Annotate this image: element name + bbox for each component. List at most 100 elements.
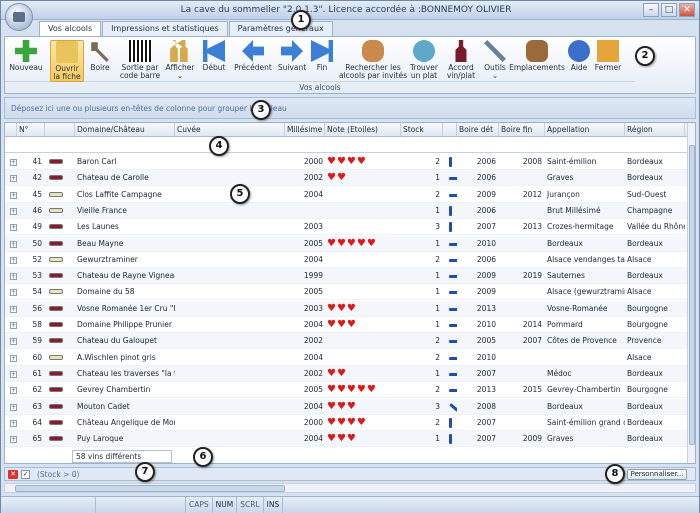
customize-button[interactable]: Personnaliser... [627,469,687,480]
cell-boire-debut: 2007 [476,222,496,232]
header-num[interactable]: N° [17,123,45,137]
table-row[interactable]: +56 Vosne Romanée 1er Cru "les C 2003 ♥♥♥ 1 2… [5,300,689,317]
ribbon-button-guests[interactable]: Rechercher les alcools par invités [339,40,407,80]
ribbon-button-next[interactable]: Suivant [278,40,306,72]
expand-icon[interactable]: + [10,370,17,378]
expand-icon[interactable]: + [10,403,17,411]
horizontal-scrollbar[interactable] [4,483,696,493]
clear-filter-icon[interactable]: ✕ [8,470,18,479]
stock-bottle-icon [449,372,457,376]
expand-icon[interactable]: + [10,240,17,248]
ribbon-button-tools[interactable]: Outils ⌄ [482,40,508,80]
header-boire-fin[interactable]: Boire fin [499,123,545,137]
header-boire-debut[interactable]: Boire dét [457,123,499,137]
header-stock[interactable]: Stock [401,123,443,137]
filter-expression[interactable]: (Stock > 0) [37,470,79,479]
close-button[interactable]: ✕ [679,3,695,17]
expand-icon[interactable]: + [10,354,17,362]
table-row[interactable]: +42 Chateau de Carolle 2002 ♥♥ 1 2006 Graves Bo… [5,170,689,187]
tab-impressions[interactable]: Impressions et statistiques [102,21,228,36]
table-row[interactable]: +49 Les Launes 2003 3 2007 2013 Crozes-hermita… [5,219,689,236]
ribbon-button-help[interactable]: Aide [567,40,591,72]
ribbon-button-barrel[interactable]: Emplacements [509,40,565,72]
cell-boire-fin [499,170,545,186]
vertical-scrollbar[interactable] [687,123,695,463]
expand-icon[interactable]: + [10,419,17,427]
header-region[interactable]: Région [625,123,685,137]
table-row[interactable]: +54 Domaine du 58 2005 1 2009 Alsace (gewurzt… [5,284,689,301]
expand-icon[interactable]: + [10,273,17,281]
header-cell[interactable] [45,123,75,137]
header-cell[interactable] [5,123,17,137]
table-row[interactable]: +46 Vieille France 1 2006 Brut Millésimé Cham… [5,202,689,219]
cell-boire-debut: 2006 [476,173,496,183]
expand-icon[interactable]: + [10,191,17,199]
cell-cuvee [175,154,285,170]
group-by-zone[interactable]: Déposez ici une ou plusieurs en-têtes de… [4,97,696,119]
expand-icon[interactable]: + [10,305,17,313]
table-row[interactable]: +45 Clos Laffite Campagne 2004 2 2009 2012 Jur… [5,186,689,203]
ribbon-button-wine-bottle[interactable]: Accord vin/plat [445,40,477,80]
header-domaine[interactable]: Domaine/Château [75,123,175,137]
stock-bottle-icon [449,307,457,311]
filter-enable-checkbox[interactable]: ✓ [21,470,30,479]
ribbon-button-bottles[interactable]: Afficher ⌄ [165,40,195,80]
expand-icon[interactable]: + [10,224,17,232]
ribbon-button-folder[interactable]: Ouvrir la fiche [50,40,84,82]
table-row[interactable]: +61 Chateau les traverses "la franç 2002 ♥♥… [5,365,689,382]
ribbon-button-prev[interactable]: Précédent [231,40,275,72]
ribbon-button-barcode[interactable]: Sortie par code barre [120,40,160,80]
app-menu-button[interactable] [5,3,33,31]
ribbon-button-corkscrew[interactable]: Boire [87,40,113,72]
table-row[interactable]: +50 Beau Mayne 2005 ♥♥♥♥♥ 1 2010 Bordeaux Borde… [5,235,689,252]
expand-icon[interactable]: + [10,159,17,166]
hscroll-thumb[interactable] [15,485,285,492]
ribbon-button-last[interactable]: Fin [310,40,334,72]
cell-stock: 3 [435,222,440,232]
header-appellation[interactable]: Appellation [545,123,625,137]
ribbon-button-first[interactable]: Début [201,40,227,72]
tab-parametres[interactable]: Paramètres généraux [228,21,333,36]
first-icon [203,40,225,62]
expand-icon[interactable]: + [10,256,17,264]
ribbon-button-dish[interactable]: Trouver un plat [409,40,439,80]
cell-note: ♥♥♥♥ [325,415,401,431]
cell-boire-fin [499,236,545,252]
table-row[interactable]: +63 Mouton Cadet 2004 ♥♥♥ 3 2008 Bordeaux Borde… [5,398,689,415]
header-millesime[interactable]: Millésime [285,123,325,137]
expand-icon[interactable]: + [10,322,17,329]
table-header: N° Domaine/Château Cuvée Millésime Note (Eto… [5,123,689,137]
maximize-button[interactable]: □ [661,3,677,17]
table-row[interactable]: +41 Baron Carl 2000 ♥♥♥♥ 2 2006 2008 Saint-émil… [5,154,689,170]
cell-stock-icon [443,219,457,235]
expand-cell: + [5,382,17,398]
expand-icon[interactable]: + [10,289,17,297]
minimize-button[interactable]: – [643,3,659,17]
expand-icon[interactable]: + [10,175,17,183]
table-row[interactable]: +52 Gewurztraminer 2004 2 2006 Alsace vendang… [5,251,689,268]
table-row[interactable]: +62 Gevrey Chambertin 2005 ♥♥♥♥♥ 2 2013 2015 Ge… [5,382,689,399]
table-row[interactable]: +53 Chateau de Rayne Vigneau 1999 1 2009 2019… [5,268,689,285]
ribbon-button-plus[interactable]: Nouveau [8,40,44,72]
expand-icon[interactable]: + [10,338,17,346]
table-row[interactable]: +64 Château Angelique de Monbou 2000 ♥♥♥♥ 2 2… [5,414,689,431]
filter-row[interactable] [5,137,689,153]
table-row[interactable]: +59 Chateau du Galoupet 2002 2 2005 2007 Côtes… [5,333,689,350]
cell-num: 60 [32,352,42,362]
cell-boire-fin [499,284,545,300]
scroll-thumb[interactable] [689,145,695,445]
ribbon-button-label: Boire [90,63,110,72]
expand-icon[interactable]: + [10,207,17,215]
header-cuvee[interactable]: Cuvée [175,123,285,137]
expand-icon[interactable]: + [10,387,17,395]
expand-icon[interactable]: + [10,436,17,444]
header-cell[interactable] [443,123,457,137]
table-row[interactable]: +60 A.Wischlen pinot gris 2004 2 2010 Alsace [5,349,689,366]
rating-hearts: ♥♥♥♥ [327,156,367,167]
header-note[interactable]: Note (Etoiles) [325,123,401,137]
tab-vos-alcools[interactable]: Vos alcools [39,21,102,37]
stock-bottle-icon [449,157,452,167]
ribbon-button-exit[interactable]: Fermer [595,40,621,72]
table-row[interactable]: +65 Puy Laroque 2004 ♥♥♥ 1 2007 2009 Graves Bord… [5,431,689,448]
table-row[interactable]: +58 Domaine Philippe Prunier 2004 ♥♥♥ 1 2010 2… [5,317,689,333]
